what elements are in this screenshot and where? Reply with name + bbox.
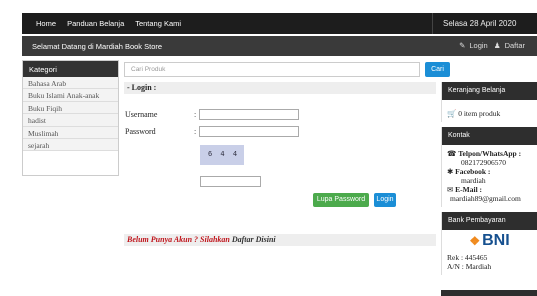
captcha-field[interactable]: [200, 176, 261, 187]
username-field[interactable]: [199, 109, 299, 120]
nav-home[interactable]: Home: [36, 19, 56, 28]
username-label: Username: [125, 110, 158, 119]
email-label: E-Mail :: [455, 185, 483, 194]
contact-title: Kontak: [442, 127, 537, 145]
contact-body: ☎ Telpon/WhatsApp : 082172906570 ✱ Faceb…: [442, 145, 537, 207]
top-nav-bar: Home Panduan Belanja Tentang Kami Selasa…: [22, 13, 537, 34]
sidebar-item-buku-islami-anak[interactable]: Buku Islami Anak-anak: [23, 89, 118, 102]
bni-logo: ❖ BNI: [442, 230, 537, 250]
welcome-bar: Selamat Datang di Mardiah Book Store ✎ Lo…: [22, 36, 537, 56]
chat-icon: ✱: [447, 167, 454, 176]
sidebar-title: Kategori: [23, 61, 118, 77]
search-input[interactable]: Cari Produk: [124, 62, 420, 77]
phone-icon: ☎: [447, 149, 457, 158]
cart-panel: Keranjang Belanja 🛒 0 item produk: [441, 82, 537, 122]
sidebar-item-hadist[interactable]: hadist: [23, 114, 118, 127]
facebook-label: Facebook :: [455, 167, 491, 176]
cart-title: Keranjang Belanja: [442, 82, 537, 100]
contact-panel: Kontak ☎ Telpon/WhatsApp : 082172906570 …: [441, 127, 537, 207]
sidebar-item-bahasa-arab[interactable]: Bahasa Arab: [23, 77, 118, 90]
next-panel-header: [441, 290, 537, 296]
sidebar-item-muslimah[interactable]: Muslimah: [23, 126, 118, 139]
bni-mark-icon: ❖: [469, 234, 481, 248]
cart-body: 🛒 0 item produk: [442, 100, 537, 122]
register-link[interactable]: Daftar: [505, 41, 525, 50]
login-section-title: - Login :: [124, 82, 436, 94]
account-links: ✎ Login ♟ Daftar: [455, 41, 525, 50]
forgot-password-button[interactable]: Lupa Password: [313, 193, 369, 207]
envelope-icon: ✉: [447, 185, 454, 194]
sidebar-item-sejarah[interactable]: sejarah: [23, 138, 118, 152]
search-button[interactable]: Cari: [425, 62, 450, 77]
current-date: Selasa 28 April 2020: [443, 19, 517, 28]
password-field[interactable]: [199, 126, 299, 137]
password-colon: :: [194, 127, 197, 136]
password-label: Password: [125, 127, 156, 136]
nav-tentang-kami[interactable]: Tentang Kami: [135, 19, 181, 28]
cart-summary[interactable]: 0 item produk: [458, 109, 500, 118]
welcome-text: Selamat Datang di Mardiah Book Store: [32, 42, 163, 51]
phone-label: Telpon/WhatsApp :: [458, 149, 522, 158]
facebook-name: mardiah: [461, 176, 486, 185]
phone-number: 082172906570: [461, 158, 506, 167]
username-colon: :: [194, 110, 197, 119]
email-address: mardiah89@gmail.com: [450, 194, 521, 203]
register-note: Belum Punya Akun ? Silahkan Daftar Disin…: [124, 234, 436, 246]
login-button[interactable]: Login: [374, 193, 396, 207]
bank-account-number: Rek : 445465: [447, 253, 488, 262]
sidebar-item-buku-fiqih[interactable]: Buku Fiqih: [23, 101, 118, 115]
nav-panduan-belanja[interactable]: Panduan Belanja: [67, 19, 124, 28]
category-sidebar: Kategori Bahasa Arab Buku Islami Anak-an…: [22, 60, 119, 176]
register-here-link[interactable]: Daftar Disini: [232, 235, 276, 244]
captcha-text: 6 4 4: [208, 150, 240, 158]
cart-icon: 🛒: [447, 109, 457, 118]
register-prompt: Belum Punya Akun ? Silahkan: [127, 235, 230, 244]
captcha-image: 6 4 4: [200, 145, 244, 165]
bank-title: Bank Pembayaran: [442, 212, 537, 230]
main-nav: Home Panduan Belanja Tentang Kami: [36, 19, 190, 28]
bni-logo-text: BNI: [482, 232, 510, 249]
people-icon: ♟: [493, 41, 501, 50]
user-icon: ✎: [459, 41, 466, 50]
bank-body: Rek : 445465 A/N : Mardiah: [442, 250, 537, 275]
bank-account-name: A/N : Mardiah: [447, 262, 492, 271]
login-link[interactable]: Login: [469, 41, 487, 50]
bank-panel: Bank Pembayaran ❖ BNI Rek : 445465 A/N : …: [441, 212, 537, 275]
nav-divider: [432, 13, 433, 34]
